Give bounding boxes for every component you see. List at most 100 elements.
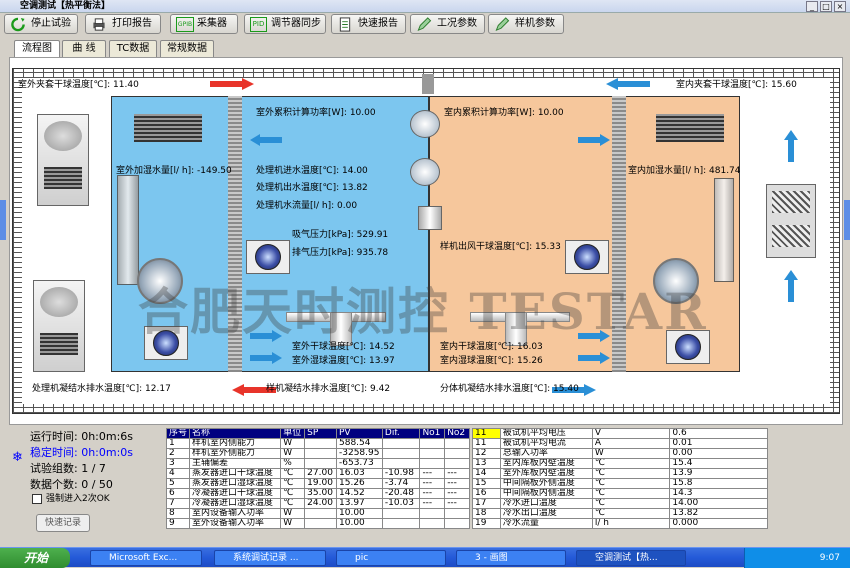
table-cell: -10.03 (381, 498, 421, 509)
table-cell: --- (419, 488, 446, 499)
table-row[interactable]: 18 冷水出口温度 ℃ 13.82 (472, 508, 768, 519)
table-cell: 14.00 (669, 498, 768, 509)
condition-params-button[interactable]: 工况参数 (410, 14, 485, 34)
table-row[interactable]: 17 冷水进口温度 ℃ 14.00 (472, 498, 768, 509)
table-row[interactable]: 3 主辅偏差% -653.73 (165, 458, 470, 469)
partition-top (422, 74, 434, 94)
table-row[interactable]: 16 中间隔板内侧温度 ℃ 14.3 (472, 488, 768, 499)
table-row[interactable]: 9 室外设备输入功率 W 10.00 (165, 518, 470, 529)
suction-pressure-label: 吸气压力[kPa]: 529.91 (292, 230, 389, 240)
right-panel-handle[interactable] (844, 200, 850, 240)
table-cell: 3 (165, 458, 191, 469)
group-count: 试验组数: 1 / 7 (30, 462, 106, 475)
task-debug-log[interactable]: 系统调试记录 ... (214, 550, 326, 566)
task-pic[interactable]: pic (336, 550, 446, 566)
tab-tc-data[interactable]: TC数据 (109, 40, 157, 57)
table-row[interactable]: 11 被试机平均电压 V 0.6 (472, 428, 768, 439)
clock: 9:07 (819, 553, 840, 563)
stop-test-button[interactable]: 停止试验 (4, 14, 78, 34)
table-cell: --- (444, 488, 470, 499)
indoor-up-arrow-2-icon (784, 270, 798, 302)
force-checkbox[interactable] (32, 494, 42, 504)
data-count: 数据个数: 0 / 50 (30, 478, 113, 491)
outdoor-air-grill (134, 114, 202, 142)
start-label: 开始 (24, 551, 49, 565)
title-bar: 空调测试【热平衡法】 _ □ × (0, 0, 850, 13)
table-row[interactable]: 11 被试机平均电流 A 0.01 (472, 438, 768, 449)
start-button[interactable]: 开始 (0, 548, 70, 568)
table-row[interactable]: 14 室外库板内壁温度 ℃ 13.9 (472, 468, 768, 479)
table-cell: W (280, 438, 306, 449)
outdoor-conditioner-unit (33, 280, 85, 372)
close-button[interactable]: × (834, 1, 846, 12)
table-cell: l/ h (591, 518, 671, 529)
table-cell: 11 (472, 428, 501, 439)
print-report-button[interactable]: 打印报告 (85, 14, 161, 34)
table-cell: 16 (472, 488, 501, 499)
indoor-cum-power-label: 室内累积计算功率[W]: 10.00 (444, 108, 564, 118)
task-excel[interactable]: Microsoft Exc... (90, 550, 202, 566)
table-cell: 蒸发器进口湿球温度 (189, 478, 282, 489)
condition-params-label: 工况参数 (437, 18, 477, 29)
toolbar: 停止试验 打印报告 GPIB 采集器 PID 调节器同步 快速报告 工况参数 样… (0, 13, 850, 35)
table-cell: 15.8 (669, 478, 768, 489)
table-cell (304, 448, 337, 459)
table-cell (381, 508, 421, 519)
table-row[interactable]: 13 室内库板内壁温度 ℃ 15.4 (472, 458, 768, 469)
table-cell: 16.03 (336, 468, 383, 479)
table-row[interactable]: 15 中间隔板外侧温度 ℃ 15.8 (472, 478, 768, 489)
table-cell: 冷凝器进口干球温度 (189, 488, 282, 499)
table-cell: -3258.95 (336, 448, 383, 459)
outdoor-humidifier (117, 175, 139, 285)
table-row[interactable]: 5 蒸发器进口湿球温度 ℃ 19.00 15.26 -3.74 --- --- (165, 478, 470, 489)
task-ac-test[interactable]: 空调测试【热... (576, 550, 686, 566)
table-cell (381, 458, 421, 469)
sample-fan-box (565, 240, 609, 274)
table-row[interactable]: 8 室内设备输入功率 W 10.00 (165, 508, 470, 519)
table-cell: --- (419, 498, 446, 509)
table-cell: 被试机平均电压 (499, 428, 593, 439)
table-row[interactable]: 19 冷水流量 l/ h 0.000 (472, 518, 768, 529)
table-cell: 15.26 (336, 478, 383, 489)
table-cell (444, 508, 470, 519)
sample-params-button[interactable]: 样机参数 (488, 14, 564, 34)
split-condensate-label: 分体机凝结水排水温度[℃]: 15.40 (440, 384, 579, 394)
table-row[interactable]: 4 蒸发器进口干球温度 ℃ 27.00 16.03 -10.98 --- --- (165, 468, 470, 479)
tab-flowchart[interactable]: 流程图 (14, 40, 60, 58)
table-cell: 19 (472, 518, 501, 529)
table-cell: 35.00 (304, 488, 337, 499)
table-row[interactable]: 1 样机室内侧能力 W 588.54 (165, 438, 470, 449)
task-paint[interactable]: 3 - 画图 (456, 550, 566, 566)
left-panel-handle[interactable] (0, 200, 6, 240)
table-row[interactable]: 2 样机室外侧能力 W -3258.95 (165, 448, 470, 459)
table-cell (304, 438, 337, 449)
outdoor-humidify-label: 室外加湿水量[l/ h]: -149.50 (116, 166, 232, 176)
indoor-right-arrow-icon (578, 134, 610, 146)
table-cell: 5 (165, 478, 191, 489)
taskbar: 开始 Microsoft Exc... 系统调试记录 ... pic 3 - 画… (0, 547, 850, 568)
table-cell (419, 518, 446, 529)
table-cell: --- (444, 478, 470, 489)
minimize-button[interactable]: _ (806, 1, 818, 12)
table-cell: W (280, 448, 306, 459)
tab-general-data[interactable]: 常规数据 (160, 40, 214, 57)
pencil-icon (417, 17, 432, 31)
table-cell: W (280, 508, 306, 519)
table-row[interactable]: 12 总输入功率 W 0.00 (472, 448, 768, 459)
table-cell: 蒸发器进口干球温度 (189, 468, 282, 479)
compressor-fan-box (246, 240, 290, 274)
outdoor-flow-arrow-icon (210, 78, 254, 90)
table-cell: 11 (472, 438, 501, 449)
system-tray: 9:07 (744, 548, 850, 568)
tab-curves[interactable]: 曲 线 (62, 40, 106, 57)
table-row[interactable]: 6 冷凝器进口干球温度 ℃ 35.00 14.52 -20.48 --- --- (165, 488, 470, 499)
collector-button[interactable]: GPIB 采集器 (170, 14, 238, 34)
quick-record-button[interactable]: 快速记录 (36, 514, 90, 532)
table-cell: 18 (472, 508, 501, 519)
maximize-button[interactable]: □ (820, 1, 832, 12)
table-cell: V (591, 428, 671, 439)
quick-report-button[interactable]: 快速报告 (331, 14, 406, 34)
table-cell: -20.48 (381, 488, 421, 499)
regulator-sync-button[interactable]: PID 调节器同步 (244, 14, 326, 34)
table-row[interactable]: 7 冷凝器进口湿球温度 ℃ 24.00 13.97 -10.03 --- --- (165, 498, 470, 509)
